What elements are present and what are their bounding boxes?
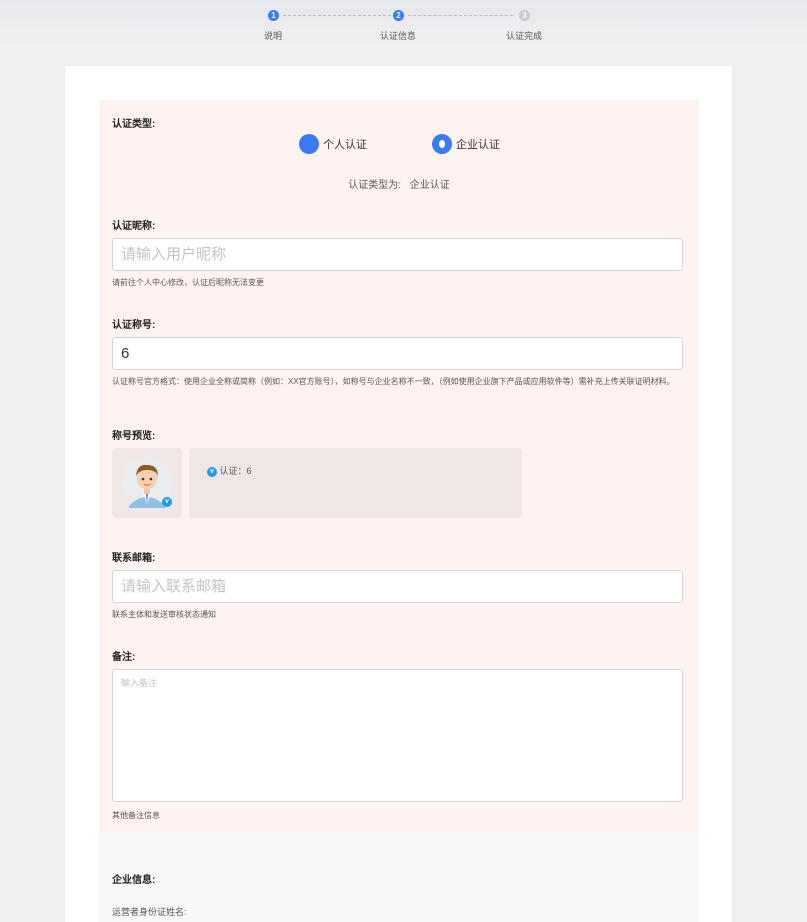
avatar: v — [112, 448, 182, 518]
step-1-indicator: 1 — [268, 10, 279, 21]
nickname-hint: 请前往个人中心修改，认证后昵称无法变更 — [112, 278, 264, 287]
radio-enterprise[interactable]: 企业认证 — [432, 134, 500, 154]
radio-personal-indicator — [299, 134, 319, 154]
step-connector-2 — [408, 15, 513, 16]
remark-textarea[interactable] — [112, 669, 683, 802]
radio-enterprise-label: 企业认证 — [456, 139, 500, 151]
step-progress: 1 2 3 说明 认证信息 认证完成 — [0, 0, 807, 48]
step-3-label: 认证完成 — [505, 31, 542, 41]
title-preview: v 认证：6 — [189, 448, 522, 518]
remark-label: 备注: — [112, 652, 136, 663]
company-info-panel: 企业信息: 运营者身份证姓名: — [99, 834, 699, 922]
step-connector-1 — [283, 15, 391, 16]
email-input[interactable] — [112, 570, 683, 603]
verified-badge-icon: v — [162, 497, 172, 507]
radio-personal[interactable]: 个人认证 — [299, 134, 367, 154]
company-label: 企业信息: — [112, 875, 156, 886]
preview-label: 称号预览: — [112, 431, 156, 442]
type-result-prefix: 认证类型为: — [348, 180, 401, 191]
type-result-value: 企业认证 — [409, 180, 450, 191]
preview-text: 认证：6 — [219, 466, 252, 476]
step-3-indicator: 3 — [519, 10, 530, 21]
remark-hint: 其他备注信息 — [112, 811, 160, 820]
email-hint: 联系主体和发送审核状态通知 — [112, 610, 216, 619]
title-input[interactable] — [112, 337, 683, 370]
operator-name-label: 运营者身份证姓名: — [112, 907, 187, 917]
nickname-label: 认证昵称: — [112, 221, 156, 232]
preview-line: v 认证：6 — [207, 464, 252, 477]
step-2-indicator: 2 — [393, 10, 404, 21]
form-card: 认证类型: 个人认证 企业认证 认证类型为: 企业认证 认证昵称: 请前往个人中… — [65, 66, 732, 922]
radio-personal-label: 个人认证 — [323, 139, 367, 151]
nickname-input[interactable] — [112, 238, 683, 271]
radio-enterprise-indicator — [432, 134, 452, 154]
title-label: 认证称号: — [112, 320, 156, 331]
title-hint: 认证称号官方格式：使用企业全称或简称（例如：XX官方账号），如称号与企业名称不一… — [112, 377, 675, 386]
type-label: 认证类型: — [112, 119, 156, 130]
user-avatar-icon — [122, 458, 172, 508]
step-2-label: 认证信息 — [379, 31, 416, 41]
verified-icon: v — [207, 466, 217, 477]
verification-form-panel: 认证类型: 个人认证 企业认证 认证类型为: 企业认证 认证昵称: 请前往个人中… — [99, 100, 699, 834]
step-1-label: 说明 — [263, 31, 282, 41]
type-result: 认证类型为: 企业认证 — [99, 176, 699, 191]
email-label: 联系邮箱: — [112, 553, 156, 564]
